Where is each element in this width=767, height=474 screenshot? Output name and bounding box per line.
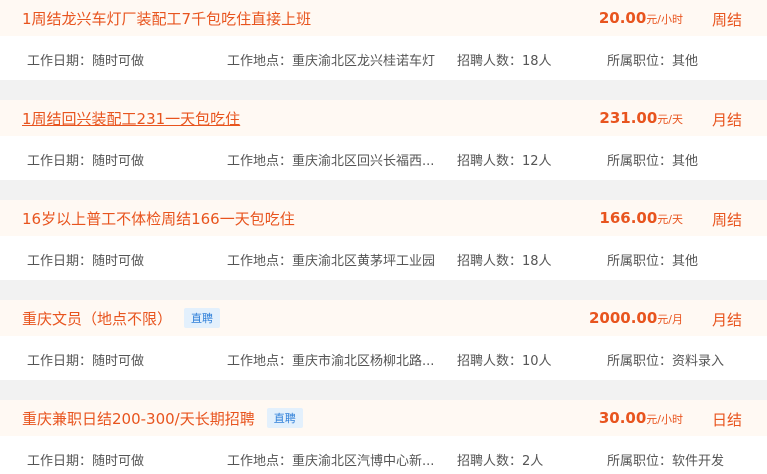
job-category-label: 所属职位： — [607, 354, 673, 369]
work-date-label: 工作日期： — [27, 354, 93, 369]
hire-count-label: 招聘人数： — [457, 254, 523, 269]
work-date-value: 随时可做 — [92, 154, 145, 169]
salary-amount: 2000.00 — [588, 309, 658, 327]
hire-count-label: 招聘人数： — [457, 154, 523, 169]
work-date-value: 随时可做 — [92, 354, 145, 369]
job-category-label: 所属职位： — [607, 454, 673, 469]
job-title: 16岁以上普工不体检周结166一天包吃住 — [22, 210, 295, 228]
work-location: 工作地点：重庆渝北区黄茅坪工业园 — [227, 250, 435, 269]
work-date: 工作日期：随时可做 — [27, 350, 144, 369]
work-location-value: 重庆市渝北区杨柳北路... — [292, 354, 435, 369]
job-category-label: 所属职位： — [607, 154, 673, 169]
hire-count-value: 12人 — [522, 154, 552, 169]
hire-count-value: 18人 — [522, 254, 552, 269]
work-location-label: 工作地点： — [227, 54, 293, 69]
work-location-value: 重庆渝北区黄茅坪工业园 — [292, 254, 436, 269]
job-title: 1周结龙兴车灯厂装配工7千包吃住直接上班 — [22, 10, 312, 28]
hire-count: 招聘人数：10人 — [457, 350, 552, 369]
job-category-value: 其他 — [672, 54, 699, 69]
hire-count-label: 招聘人数： — [457, 454, 523, 469]
job-category-value: 软件开发 — [672, 454, 725, 469]
work-location-label: 工作地点： — [227, 354, 293, 369]
hire-count: 招聘人数：18人 — [457, 50, 552, 69]
pay-cycle: 周结 — [711, 211, 742, 229]
job-card[interactable]: 1周结龙兴车灯厂装配工7千包吃住直接上班 20.00元/小时 周结 工作日期：随… — [0, 0, 767, 80]
work-date: 工作日期：随时可做 — [27, 150, 144, 169]
salary-unit: 元/月 — [657, 313, 683, 326]
work-date-label: 工作日期： — [27, 454, 93, 469]
job-salary: 231.00元/天 — [599, 109, 683, 127]
work-location-label: 工作地点： — [227, 154, 293, 169]
pay-cycle: 周结 — [711, 11, 742, 29]
work-date-value: 随时可做 — [92, 254, 145, 269]
job-card[interactable]: 16岁以上普工不体检周结166一天包吃住 166.00元/天 周结 工作日期：随… — [0, 200, 767, 280]
job-category-label: 所属职位： — [607, 254, 673, 269]
hire-count-label: 招聘人数： — [457, 354, 523, 369]
work-date-label: 工作日期： — [27, 54, 93, 69]
job-salary: 30.00元/小时 — [599, 409, 683, 427]
job-salary: 2000.00元/月 — [589, 309, 683, 327]
work-date-value: 随时可做 — [92, 454, 145, 469]
work-location-label: 工作地点： — [227, 454, 293, 469]
work-location-value: 重庆渝北区龙兴桂诺车灯 — [292, 54, 436, 69]
salary-unit: 元/小时 — [646, 13, 683, 26]
salary-amount: 20.00 — [598, 9, 647, 27]
job-category: 所属职位：其他 — [607, 150, 698, 169]
salary-amount: 30.00 — [598, 409, 647, 427]
direct-hire-badge: 直聘 — [184, 308, 221, 328]
job-category: 所属职位：资料录入 — [607, 350, 724, 369]
work-date-value: 随时可做 — [92, 54, 145, 69]
job-title-link[interactable]: 16岁以上普工不体检周结166一天包吃住 — [22, 208, 295, 229]
hire-count: 招聘人数：18人 — [457, 250, 552, 269]
job-card[interactable]: 1周结回兴装配工231一天包吃住 231.00元/天 月结 工作日期：随时可做 … — [0, 100, 767, 180]
hire-count: 招聘人数：12人 — [457, 150, 552, 169]
salary-amount: 166.00 — [599, 209, 658, 227]
work-location: 工作地点：重庆市渝北区杨柳北路... — [227, 350, 434, 369]
work-date-label: 工作日期： — [27, 154, 93, 169]
direct-hire-badge: 直聘 — [266, 408, 303, 428]
work-location: 工作地点：重庆渝北区回兴长福西... — [227, 150, 434, 169]
work-date: 工作日期：随时可做 — [27, 250, 144, 269]
job-category-label: 所属职位： — [607, 54, 673, 69]
work-location: 工作地点：重庆渝北区龙兴桂诺车灯 — [227, 50, 435, 69]
job-card[interactable]: 重庆文员（地点不限） 直聘 2000.00元/月 月结 工作日期：随时可做 工作地… — [0, 300, 767, 380]
hire-count: 招聘人数：2人 — [457, 450, 543, 469]
work-location: 工作地点：重庆渝北区汽博中心新... — [227, 450, 434, 469]
work-date: 工作日期：随时可做 — [27, 50, 144, 69]
work-date: 工作日期：随时可做 — [27, 450, 144, 469]
salary-unit: 元/天 — [657, 113, 683, 126]
job-title: 重庆兼职日结200-300/天长期招聘 — [22, 410, 255, 428]
work-date-label: 工作日期： — [27, 254, 93, 269]
work-location-label: 工作地点： — [227, 254, 293, 269]
pay-cycle: 月结 — [711, 311, 742, 329]
pay-cycle: 日结 — [711, 411, 742, 429]
salary-unit: 元/小时 — [646, 413, 683, 426]
job-title: 重庆文员（地点不限） — [22, 310, 173, 328]
job-title-link[interactable]: 重庆兼职日结200-300/天长期招聘 直聘 — [22, 408, 303, 429]
job-category-value: 资料录入 — [672, 354, 725, 369]
pay-cycle: 月结 — [711, 111, 742, 129]
job-category-value: 其他 — [672, 254, 699, 269]
salary-unit: 元/天 — [657, 213, 683, 226]
job-category: 所属职位：软件开发 — [607, 450, 724, 469]
job-title-link[interactable]: 1周结回兴装配工231一天包吃住 — [22, 108, 240, 129]
work-location-value: 重庆渝北区回兴长福西... — [292, 154, 435, 169]
job-salary: 166.00元/天 — [599, 209, 683, 227]
hire-count-value: 10人 — [522, 354, 552, 369]
job-category: 所属职位：其他 — [607, 50, 698, 69]
job-list: 1周结龙兴车灯厂装配工7千包吃住直接上班 20.00元/小时 周结 工作日期：随… — [0, 0, 767, 474]
hire-count-value: 2人 — [522, 454, 544, 469]
hire-count-label: 招聘人数： — [457, 54, 523, 69]
job-title-link[interactable]: 1周结龙兴车灯厂装配工7千包吃住直接上班 — [22, 8, 311, 29]
job-title-link[interactable]: 重庆文员（地点不限） 直聘 — [22, 308, 221, 329]
job-category-value: 其他 — [672, 154, 699, 169]
job-title: 1周结回兴装配工231一天包吃住 — [22, 110, 241, 128]
work-location-value: 重庆渝北区汽博中心新... — [292, 454, 435, 469]
job-salary: 20.00元/小时 — [599, 9, 683, 27]
hire-count-value: 18人 — [522, 54, 552, 69]
job-category: 所属职位：其他 — [607, 250, 698, 269]
job-card[interactable]: 重庆兼职日结200-300/天长期招聘 直聘 30.00元/小时 日结 工作日期：… — [0, 400, 767, 474]
salary-amount: 231.00 — [599, 109, 658, 127]
